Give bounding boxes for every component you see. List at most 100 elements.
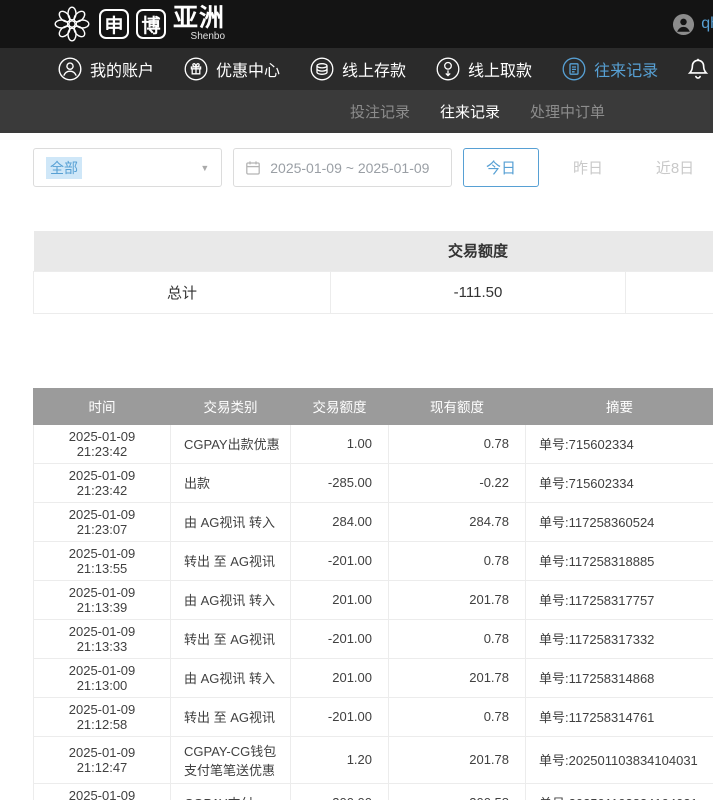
type-filter-value: 全部 [46, 157, 82, 179]
date-range-input[interactable]: 2025-01-09 ~ 2025-01-09 [233, 148, 452, 187]
chevron-down-icon: ▼ [200, 163, 209, 173]
logo-char-bo: 博 [136, 9, 166, 39]
transaction-cell-amount: 284.00 [291, 502, 389, 541]
transaction-cell-type: CGPAY出款优惠 [171, 424, 291, 463]
transaction-cell-summary: 单号:715602334 [526, 424, 713, 463]
transaction-cell-amount: 201.00 [291, 658, 389, 697]
transaction-cell-summary: 单号:715602334 [526, 463, 713, 502]
transaction-cell-time: 2025-01-09 21:12:47 [34, 783, 171, 800]
transaction-cell-time: 2025-01-09 21:23:07 [34, 502, 171, 541]
transaction-cell-time: 2025-01-09 21:23:42 [34, 424, 171, 463]
transaction-cell-type: CGPAY-CG钱包支付笔笔送优惠 [171, 736, 291, 783]
transaction-cell-type: 由 AG视讯 转入 [171, 502, 291, 541]
transaction-cell-amount: -201.00 [291, 697, 389, 736]
transaction-cell-balance: 0.78 [389, 619, 526, 658]
transaction-row: 2025-01-09 21:12:58转出 至 AG视讯-201.000.78单… [34, 697, 713, 736]
summary-table: 交易额度 总计 -111.50 [33, 231, 713, 314]
transaction-cell-summary: 单号:202501103834104031 [526, 736, 713, 783]
transaction-cell-time: 2025-01-09 21:13:00 [34, 658, 171, 697]
bell-icon [685, 56, 711, 82]
transaction-cell-type: 转出 至 AG视讯 [171, 619, 291, 658]
transaction-cell-type: 由 AG视讯 转入 [171, 580, 291, 619]
logo-subtitle: Shenbo [173, 32, 225, 42]
quick-range-last8days-button[interactable]: 近8日 [637, 148, 713, 187]
logo-region-text: 亚洲 [173, 6, 225, 31]
quick-range-yesterday-button[interactable]: 昨日 [550, 148, 626, 187]
date-range-value: 2025-01-09 ~ 2025-01-09 [270, 160, 429, 176]
nav-item-my-account[interactable]: 我的账户 [58, 57, 154, 81]
transaction-cell-summary: 单号:117258314761 [526, 697, 713, 736]
tab-betting-records[interactable]: 投注记录 [350, 101, 410, 122]
transaction-cell-balance: 0.78 [389, 424, 526, 463]
column-header-time: 时间 [34, 388, 171, 424]
summary-header-empty [34, 231, 331, 271]
username-text: qh [701, 15, 713, 33]
notifications-button[interactable] [685, 56, 711, 87]
logo[interactable]: 申 博 亚洲 Shenbo [52, 4, 225, 44]
transaction-row: 2025-01-09 21:13:00由 AG视讯 转入201.00201.78… [34, 658, 713, 697]
transaction-cell-balance: 201.78 [389, 580, 526, 619]
transaction-row: 2025-01-09 21:23:42CGPAY出款优惠1.000.78单号:7… [34, 424, 713, 463]
transaction-cell-type: 由 AG视讯 转入 [171, 658, 291, 697]
transaction-cell-amount: 1.20 [291, 736, 389, 783]
main-nav: 我的账户 优惠中心 线上存款 线上取款 往来记录 [0, 48, 713, 90]
top-header: 申 博 亚洲 Shenbo qh [0, 0, 713, 48]
calendar-icon [245, 160, 261, 176]
withdraw-icon [436, 57, 460, 81]
transaction-row: 2025-01-09 21:23:42出款-285.00-0.22单号:7156… [34, 463, 713, 502]
transaction-cell-type: 出款 [171, 463, 291, 502]
flower-logo-icon [52, 4, 92, 44]
transaction-cell-summary: 单号:202501103834104031 [526, 783, 713, 800]
sub-nav: 投注记录 往来记录 处理中订单 [0, 90, 713, 133]
column-header-balance: 现有额度 [389, 388, 526, 424]
transaction-cell-summary: 单号:117258360524 [526, 502, 713, 541]
nav-item-deposit[interactable]: 线上存款 [310, 57, 406, 81]
transaction-cell-summary: 单号:117258317332 [526, 619, 713, 658]
transactions-header-row: 时间 交易类别 交易额度 现有额度 摘要 [34, 388, 713, 424]
transaction-cell-amount: 200.00 [291, 783, 389, 800]
filter-bar: 全部 ▼ 2025-01-09 ~ 2025-01-09 今日 昨日 近8日 [33, 148, 713, 187]
transaction-cell-summary: 单号:117258317757 [526, 580, 713, 619]
tab-transaction-records[interactable]: 往来记录 [440, 101, 500, 122]
transaction-row: 2025-01-09 21:23:07由 AG视讯 转入284.00284.78… [34, 502, 713, 541]
summary-header-row: 交易额度 [34, 231, 713, 271]
transaction-cell-balance: 0.78 [389, 541, 526, 580]
transactions-body: 2025-01-09 21:23:42CGPAY出款优惠1.000.78单号:7… [34, 424, 713, 800]
nav-label: 往来记录 [594, 57, 658, 81]
transaction-cell-summary: 单号:117258318885 [526, 541, 713, 580]
transaction-cell-amount: 201.00 [291, 580, 389, 619]
transaction-cell-balance: 200.58 [389, 783, 526, 800]
nav-item-withdraw[interactable]: 线上取款 [436, 57, 532, 81]
user-account-area[interactable]: qh [672, 0, 713, 48]
transaction-cell-balance: 201.78 [389, 736, 526, 783]
promo-icon [184, 57, 208, 81]
transaction-cell-time: 2025-01-09 21:23:42 [34, 463, 171, 502]
nav-label: 我的账户 [90, 57, 154, 81]
transaction-cell-type: 转出 至 AG视讯 [171, 541, 291, 580]
account-icon [58, 57, 82, 81]
summary-header-empty [626, 231, 713, 271]
nav-label: 优惠中心 [216, 57, 280, 81]
summary-total-extra [626, 271, 713, 313]
type-filter-select[interactable]: 全部 ▼ [33, 148, 222, 187]
logo-region-block: 亚洲 Shenbo [173, 6, 225, 42]
nav-label: 线上取款 [468, 57, 532, 81]
summary-total-label: 总计 [34, 271, 331, 313]
transaction-cell-amount: 1.00 [291, 424, 389, 463]
column-header-summary: 摘要 [526, 388, 713, 424]
quick-range-today-button[interactable]: 今日 [463, 148, 539, 187]
summary-section: 交易额度 总计 -111.50 [33, 231, 713, 314]
tab-processing-orders[interactable]: 处理中订单 [530, 101, 605, 122]
transactions-table: 时间 交易类别 交易额度 现有额度 摘要 2025-01-09 21:23:42… [33, 388, 713, 800]
transaction-row: 2025-01-09 21:13:33转出 至 AG视讯-201.000.78单… [34, 619, 713, 658]
transaction-cell-type: 转出 至 AG视讯 [171, 697, 291, 736]
nav-item-promotions[interactable]: 优惠中心 [184, 57, 280, 81]
transaction-cell-summary: 单号:117258314868 [526, 658, 713, 697]
column-header-amount: 交易额度 [291, 388, 389, 424]
transaction-cell-amount: -201.00 [291, 541, 389, 580]
summary-amount-header: 交易额度 [331, 231, 626, 271]
transaction-cell-balance: 284.78 [389, 502, 526, 541]
nav-item-transaction-records[interactable]: 往来记录 [562, 57, 658, 81]
transaction-cell-time: 2025-01-09 21:13:39 [34, 580, 171, 619]
transaction-cell-time: 2025-01-09 21:12:47 [34, 736, 171, 783]
